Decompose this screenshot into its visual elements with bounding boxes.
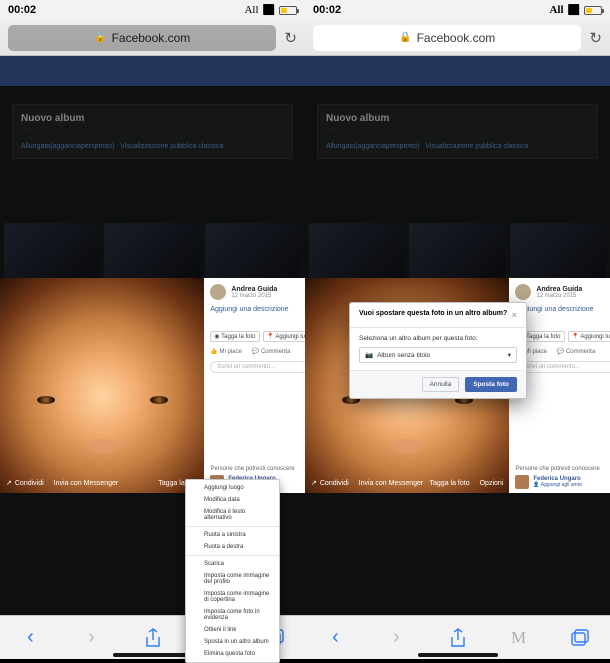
options-button[interactable]: Opzioni — [480, 479, 504, 487]
menu-set-featured[interactable]: Imposta come foto in evidenza — [186, 606, 279, 624]
menu-delete-photo[interactable]: Elimina questa foto — [186, 648, 279, 660]
avatar[interactable] — [515, 475, 529, 489]
status-bar: 00:02 All — [0, 0, 305, 20]
share-button[interactable]: ↗ Condividi — [311, 479, 349, 487]
address-field[interactable]: 🔒 Facebook.com — [8, 25, 276, 51]
facebook-header — [0, 56, 305, 86]
viewer-footer: ↗ Condividi Invia con Messenger Tagga la… — [311, 479, 503, 487]
menu-set-cover[interactable]: Imposta come immagine di copertina — [186, 588, 279, 606]
status-bar: 00:02 All — [305, 0, 610, 20]
back-button[interactable]: ‹ — [11, 626, 51, 649]
share-button[interactable]: ↗ Condividi — [6, 479, 44, 487]
address-bar: 🔒 Facebook.com ↻ — [305, 20, 610, 56]
comment-input[interactable]: Scrivi un commento... — [515, 361, 610, 373]
safari-toolbar: ‹ › M — [305, 615, 610, 659]
author-name[interactable]: Andrea Guida — [231, 286, 277, 293]
viewer-footer: ↗ Condividi Invia con Messenger Tagga la… — [6, 479, 198, 487]
avatar[interactable] — [210, 284, 226, 300]
photo-thumb[interactable] — [309, 223, 405, 283]
status-right: All — [244, 4, 297, 16]
dialog-prompt: Seleziona un altro album per questa foto… — [359, 335, 517, 342]
add-description-link[interactable]: Aggiungi una descrizione — [210, 306, 314, 313]
status-time: 00:02 — [8, 4, 36, 16]
menu-rotate-right[interactable]: Ruota a destra — [186, 541, 279, 553]
post-date: 12 marzo 2015 — [536, 293, 582, 299]
menu-get-link[interactable]: Ottieni il link — [186, 624, 279, 636]
send-button[interactable]: Invia con Messenger — [54, 479, 119, 487]
viewer-sidebar: Andrea Guida 12 marzo 2015 Aggiungi una … — [204, 278, 320, 493]
menu-add-location[interactable]: Aggiungi luogo — [186, 482, 279, 494]
address-domain: Facebook.com — [417, 31, 496, 45]
tabs-icon[interactable] — [560, 629, 600, 647]
bookmarks-icon[interactable]: M — [499, 628, 539, 648]
menu-set-profile[interactable]: Imposta come immagine del profilo — [186, 570, 279, 588]
menu-move-album[interactable]: Sposta in un altro album — [186, 636, 279, 648]
battery-icon — [584, 6, 602, 15]
content-area: Nuovo album · · · Allungato(agganciapers… — [305, 56, 610, 615]
share-icon[interactable] — [438, 628, 478, 648]
share-icon[interactable] — [133, 628, 173, 648]
forward-button[interactable]: › — [72, 626, 112, 649]
lock-icon: 🔒 — [399, 32, 411, 43]
add-friend-link[interactable]: 👤 Aggiungi agli amici — [533, 482, 582, 488]
avatar[interactable] — [515, 284, 531, 300]
photo-viewer: ↗ Condividi Invia con Messenger Tagga la… — [0, 278, 305, 493]
lock-icon: 🔒 — [94, 32, 106, 43]
move-photo-dialog: Vuoi spostare questa foto in un altro al… — [349, 302, 527, 399]
close-icon[interactable]: × — [512, 310, 517, 320]
send-button[interactable]: Invia con Messenger — [359, 479, 424, 487]
reload-icon[interactable]: ↻ — [284, 29, 297, 47]
forward-button[interactable]: › — [377, 626, 417, 649]
photo-thumb[interactable] — [4, 223, 100, 283]
comment-button[interactable]: 💬 Commenta — [557, 348, 595, 355]
chevron-down-icon: ▾ — [508, 351, 511, 359]
menu-download[interactable]: Scarica — [186, 558, 279, 570]
comment-button[interactable]: 💬 Commenta — [252, 348, 290, 355]
address-bar: 🔒 Facebook.com ↻ — [0, 20, 305, 56]
status-time: 00:02 — [313, 4, 341, 16]
status-right: All — [549, 4, 602, 16]
photo-thumb[interactable] — [205, 223, 301, 283]
album-card: Nuovo album · · · Allungato(agganciapers… — [317, 104, 598, 159]
tag-button[interactable]: Tagga la foto — [430, 479, 470, 487]
back-button[interactable]: ‹ — [316, 626, 356, 649]
like-button[interactable]: 👍 Mi piace — [210, 348, 241, 355]
people-suggestions: Persone che potresti conoscere Federica … — [515, 466, 610, 489]
album-select[interactable]: 📷 Album senza titolo ▾ — [359, 347, 517, 363]
address-domain: Facebook.com — [112, 31, 191, 45]
cancel-button[interactable]: Annulla — [422, 377, 460, 392]
menu-rotate-left[interactable]: Ruota a sinistra — [186, 529, 279, 541]
address-field[interactable]: 🔒 Facebook.com — [313, 25, 581, 51]
home-indicator[interactable] — [113, 653, 193, 657]
photo-thumb[interactable] — [104, 223, 200, 283]
add-description-link[interactable]: Aggiungi una descrizione — [515, 306, 610, 313]
author-name[interactable]: Andrea Guida — [536, 286, 582, 293]
move-photo-button[interactable]: Sposta foto — [465, 377, 517, 392]
comment-input[interactable]: Scrivi un commento... — [210, 361, 314, 373]
content-area: Nuovo album · · · Allungato(agganciapers… — [0, 56, 305, 615]
facebook-header — [305, 56, 610, 86]
wifi-icon — [263, 5, 275, 16]
tag-photo-button[interactable]: ◉ Tagga la foto — [210, 331, 259, 342]
phone-left: 00:02 All 🔒 Facebook.com ↻ Nuovo album ·… — [0, 0, 305, 659]
menu-edit-alt-text[interactable]: Modifica il testo alternativo — [186, 506, 279, 524]
add-location-button[interactable]: 📍 Aggiungi lu... — [568, 331, 610, 342]
menu-edit-date[interactable]: Modifica data — [186, 494, 279, 506]
viewer-image[interactable]: ↗ Condividi Invia con Messenger Tagga la… — [0, 278, 204, 493]
dialog-title: Vuoi spostare questa foto in un altro al… — [359, 310, 507, 320]
phone-right: 00:02 All 🔒 Facebook.com ↻ Nuovo album ·… — [305, 0, 610, 659]
wifi-icon — [568, 5, 580, 16]
photo-thumb[interactable] — [510, 223, 606, 283]
photo-thumb[interactable] — [409, 223, 505, 283]
reload-icon[interactable]: ↻ — [589, 29, 602, 47]
home-indicator[interactable] — [418, 653, 498, 657]
album-card: Nuovo album · · · Allungato(agganciapers… — [12, 104, 293, 159]
post-date: 12 marzo 2015 — [231, 293, 277, 299]
battery-icon — [279, 6, 297, 15]
options-context-menu[interactable]: Aggiungi luogo Modifica data Modifica il… — [185, 479, 280, 663]
